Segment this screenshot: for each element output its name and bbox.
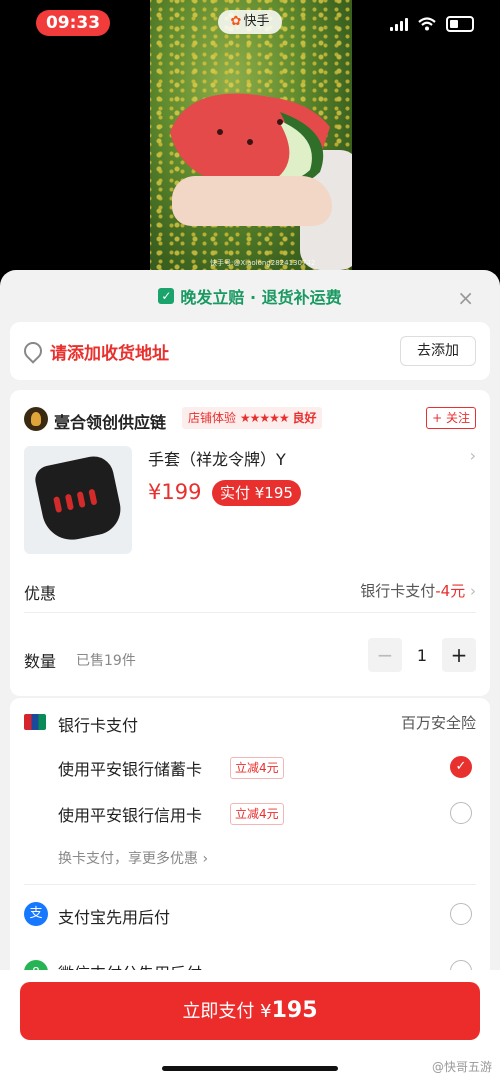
pay-footer: 立即支付 ¥195 @快哥五游 [0,970,500,1082]
product-card: 壹合领创供应链 店铺体验 ★★★★★ 良好 + 关注 手套（祥龙令牌）Y › ¥… [10,390,490,696]
checkout-sheet: ✓ 晚发立赔 · 退货补运费 × 请添加收货地址 去添加 壹合领创供应链 店铺体… [0,270,500,1082]
video-watermark: 快手号:@Xiaolong2824130742 [210,259,316,267]
decrease-button[interactable]: − [368,638,402,672]
watermelon-image [170,93,330,191]
shipping-notice: ✓ 晚发立赔 · 退货补运费 × [0,270,500,322]
product-title[interactable]: 手套（祥龙令牌）Y [148,446,286,470]
alipay-radio[interactable] [450,903,472,925]
debit-card-option[interactable]: 使用平安银行储蓄卡 [58,756,202,780]
watermark: @快哥五游 [431,1060,492,1074]
discount-label: 优惠 [24,584,57,603]
unionpay-icon [24,714,46,730]
shop-experience-badge: 店铺体验 ★★★★★ 良好 [182,407,323,429]
chevron-right-icon[interactable]: › [470,446,476,465]
discount-row[interactable]: 优惠 银行卡支付-4元 › [24,570,476,610]
pay-now-label: 立即支付 ¥ [182,1001,272,1022]
hand-image [172,176,332,226]
notice-text: 晚发立赔 · 退货补运费 [180,288,342,307]
shop-avatar[interactable] [24,407,48,431]
switch-card-link[interactable]: 换卡支付，享更多优惠 › [58,848,208,868]
home-indicator[interactable] [162,1066,338,1071]
chevron-right-icon: › [470,582,476,600]
credit-card-radio[interactable] [450,802,472,824]
quantity-value: 1 [416,645,428,665]
discount-method: 银行卡支付 [360,582,436,600]
product-thumbnail[interactable] [24,446,132,554]
address-card[interactable]: 请添加收货地址 去添加 [10,322,490,380]
final-price-tag: 实付 ¥195 [212,480,301,506]
app-name: 快手 [243,14,270,29]
quantity-label: 数量 [24,652,57,671]
sold-count: 已售19件 [76,653,136,669]
shop-grade: 良好 [292,411,317,425]
add-address-label: 请添加收货地址 [50,344,169,364]
debit-card-radio[interactable]: ✓ [450,756,472,778]
discount-value: 银行卡支付-4元 › [360,580,476,601]
check-icon: ✓ [158,288,175,304]
chevron-right-icon: › [202,851,209,867]
discount-tag: 立减4元 [230,803,284,825]
bank-card-payment-header: 银行卡支付 [58,716,139,735]
pay-now-button[interactable]: 立即支付 ¥195 [20,982,480,1040]
divider [24,612,476,613]
shop-badge-label: 店铺体验 [188,411,237,425]
increase-button[interactable]: + [442,638,476,672]
kuaishou-logo-icon: ✿ [230,14,242,29]
credit-card-option[interactable]: 使用平安银行信用卡 [58,802,202,826]
alipay-icon: 支 [24,902,48,926]
app-name-pill[interactable]: ✿ 快手 [218,10,282,34]
pay-now-amount: 195 [271,998,318,1023]
battery-icon [446,16,474,32]
signal-icon [390,17,408,31]
quantity-stepper: − 1 + [368,638,476,672]
discount-amount: -4元 [435,582,466,600]
add-address-button[interactable]: 去添加 [400,336,476,366]
product-price: ¥199 [148,480,202,504]
quantity-row: 数量 已售19件 − 1 + [24,638,476,678]
payment-card: 银行卡支付 百万安全险 使用平安银行储蓄卡 立减4元 ✓ 使用平安银行信用卡 立… [10,698,490,998]
discount-tag: 立减4元 [230,757,284,779]
wifi-icon [418,17,436,31]
glove-image [32,452,126,546]
shop-name[interactable]: 壹合领创供应链 [54,409,166,433]
alipay-option[interactable]: 支付宝先用后付 [58,904,170,928]
rating-stars-icon: ★★★★★ [239,411,290,425]
insurance-label[interactable]: 百万安全险 [401,712,476,733]
status-icons [390,16,474,32]
follow-button[interactable]: + 关注 [426,407,476,429]
close-icon[interactable]: × [457,286,474,310]
status-time: 09:33 [36,10,110,36]
switch-card-text: 换卡支付，享更多优惠 [58,851,198,867]
location-pin-icon [20,338,46,364]
divider [24,884,476,885]
live-video[interactable]: 快手号:@Xiaolong2824130742 [150,0,352,280]
